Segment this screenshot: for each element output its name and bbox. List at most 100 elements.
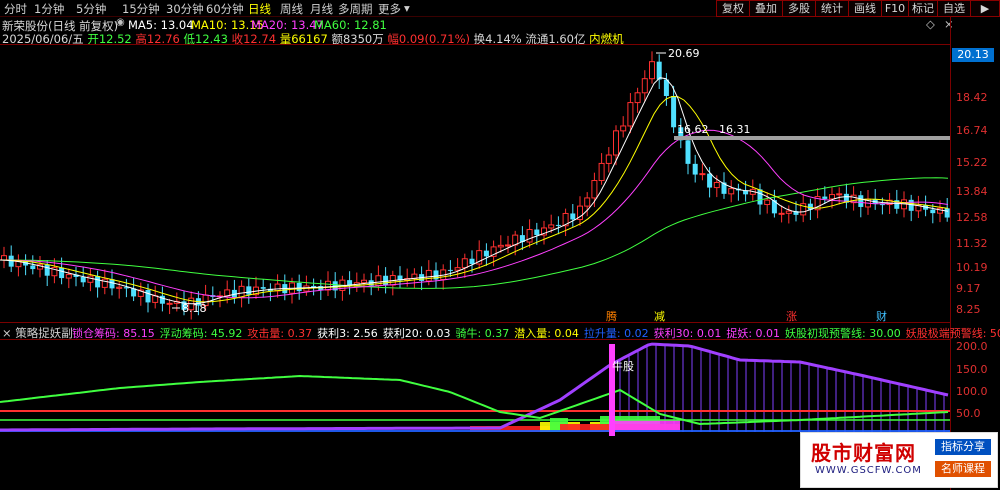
candle-body [526, 229, 533, 243]
indicator-value: 骑牛: 0.37 [455, 327, 510, 340]
candle-body [311, 285, 317, 287]
toolbar-button[interactable]: 标记 [908, 0, 938, 17]
candle-body [166, 302, 173, 305]
indicator-value: 获利3: 2.56 [317, 327, 378, 340]
floating-chips-line [0, 374, 949, 426]
indicator-values: 锁仓筹码: 85.15 浮动筹码: 45.92 攻击量: 0.37 获利3: 2.56… [72, 325, 1000, 341]
candle-body [383, 275, 389, 286]
candle-body [238, 285, 245, 298]
toolbar-button[interactable]: 画线 [848, 0, 882, 17]
indicator-value: 获利20: 0.03 [382, 327, 451, 340]
signal-tag: 涨 [786, 310, 797, 323]
candle-body [613, 130, 619, 156]
candle-body [548, 224, 555, 229]
logo-tag: 指标分享 [935, 439, 991, 455]
candle-body [707, 173, 713, 188]
price-tick: 16.74 [956, 124, 988, 137]
price-tick: 12.58 [956, 211, 988, 224]
candle-body [145, 289, 151, 303]
level-label: 16.31 [719, 123, 751, 136]
candle-body [447, 269, 453, 271]
candle-body [534, 229, 540, 235]
toolbar-button[interactable]: F10 [881, 0, 909, 17]
candle-body [713, 181, 720, 189]
candle-body [598, 162, 605, 182]
period-tab[interactable]: 60分钟 [206, 1, 244, 17]
period-tab[interactable]: 月线 [310, 1, 333, 17]
candle-body [605, 154, 612, 164]
candle-body [858, 195, 864, 207]
bull-stock-label: 牛股 [612, 359, 634, 373]
candle-body [822, 196, 828, 199]
candle-body [116, 286, 123, 289]
period-tab-active[interactable]: 日线 [248, 1, 271, 17]
period-tab[interactable]: 周线 [280, 1, 303, 17]
indicator-tick: 100.0 [956, 385, 988, 398]
candle-body [584, 197, 591, 207]
period-tab[interactable]: 30分钟 [166, 1, 204, 17]
period-tab[interactable]: 1分钟 [34, 1, 64, 17]
price-tick: 11.32 [956, 237, 988, 250]
indicator-value: 获利30: 0.01 [653, 327, 722, 340]
ma10-line [0, 95, 949, 303]
period-tab[interactable]: 15分钟 [122, 1, 160, 17]
candlestick-chart[interactable]: 20.69 8.18 16.62 16.31 [0, 45, 950, 322]
candle-body [1, 255, 7, 261]
price-tick: 9.17 [956, 282, 981, 295]
current-price-badge: 20.13 [952, 48, 994, 62]
candle-body [944, 208, 950, 218]
candle-body [461, 258, 468, 269]
scroll-right-button[interactable]: ▶ [970, 0, 1000, 17]
candle-body [497, 244, 504, 248]
diamond-icon[interactable]: ◇ [926, 17, 935, 31]
signal-tag: 腾 [606, 310, 617, 323]
indicator-value: 拉升量: 0.02 [583, 327, 649, 340]
indicator-tick: 150.0 [956, 363, 988, 376]
ma20-value: MA20: 13.47 [251, 18, 324, 32]
candle-body [425, 269, 432, 282]
period-tab[interactable]: 分时 [4, 1, 27, 17]
indicator-value: 浮动筹码: 45.92 [159, 327, 243, 340]
min-price-label: 8.18 [182, 302, 207, 315]
price-tick: 13.84 [956, 185, 988, 198]
candle-body [699, 173, 706, 176]
candle-body [778, 212, 785, 215]
indicator-tick: 50.0 [956, 407, 981, 420]
axis-divider [950, 16, 951, 490]
indicator-title: × 策略捉妖副 [2, 326, 73, 340]
candle-body [641, 78, 648, 94]
ma60-value: MA60: 12.81 [314, 18, 387, 32]
candle-body [570, 213, 576, 220]
candle-body [80, 276, 86, 283]
candle-body [685, 140, 691, 164]
toolbar-button[interactable]: 叠加 [749, 0, 783, 17]
candle-body [649, 61, 655, 80]
close-icon[interactable]: × [944, 17, 954, 31]
toolbar-button[interactable]: 多股 [782, 0, 816, 17]
candle-body [627, 102, 634, 127]
candle-body [87, 275, 94, 283]
candle-body [246, 286, 252, 295]
toolbar-button[interactable]: 统计 [815, 0, 849, 17]
settings-icon[interactable]: ◉ [116, 17, 125, 28]
logo-name: 股市财富网 [811, 441, 916, 465]
candle-body [59, 267, 65, 279]
candle-body [829, 194, 835, 200]
candle-body [454, 267, 461, 271]
chevron-down-icon[interactable]: ▾ [404, 1, 410, 15]
price-tick: 18.42 [956, 91, 988, 104]
candle-body [65, 274, 72, 279]
candle-body [930, 209, 936, 214]
period-tab[interactable]: 多周期 [338, 1, 373, 17]
candle-body [30, 265, 36, 270]
period-tab[interactable]: 5分钟 [76, 1, 106, 17]
toolbar-button[interactable]: 复权 [716, 0, 750, 17]
period-tab[interactable]: 更多 [378, 1, 401, 17]
indicator-value: 潜入量: 0.04 [514, 327, 579, 340]
bull-marker-bar [609, 344, 615, 436]
indicator-chart[interactable]: 牛股 [0, 340, 950, 436]
toolbar-button[interactable]: 自选 [937, 0, 971, 17]
candle-body [483, 250, 489, 257]
candle-body [325, 280, 331, 291]
candles-group [1, 51, 950, 320]
